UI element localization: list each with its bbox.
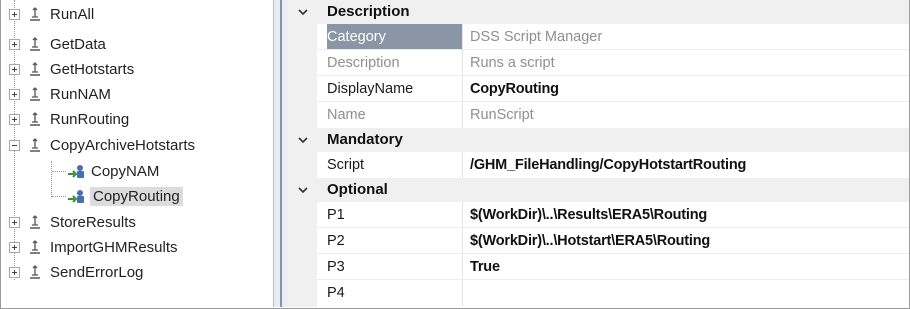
category-label: Mandatory xyxy=(327,131,403,148)
script-file-icon xyxy=(30,87,40,101)
tree-connector xyxy=(52,171,66,172)
property-row-category[interactable]: Category DSS Script Manager xyxy=(287,24,909,50)
script-file-icon xyxy=(30,37,40,51)
tree-item-label: ImportGHMResults xyxy=(50,238,178,256)
category-optional[interactable]: Optional xyxy=(287,178,909,202)
column-divider xyxy=(462,228,463,254)
column-divider xyxy=(462,254,463,280)
tree-child-label: CopyRouting xyxy=(90,186,183,206)
tree-item-label: RunRouting xyxy=(50,110,130,128)
tree-child-copyrouting[interactable]: CopyRouting xyxy=(65,184,183,208)
chevron-down-icon[interactable] xyxy=(296,182,310,198)
expand-icon[interactable] xyxy=(9,88,20,100)
tree-item-label: GetData xyxy=(50,35,106,53)
script-file-icon xyxy=(30,112,40,126)
property-row-displayname[interactable]: DisplayName CopyRouting xyxy=(287,76,909,102)
tree-connector xyxy=(52,196,66,197)
property-name: Script xyxy=(327,157,365,173)
property-name: Description xyxy=(327,55,400,71)
expand-icon[interactable] xyxy=(9,241,20,253)
column-divider xyxy=(462,280,463,306)
property-row-p4[interactable]: P4 xyxy=(287,280,909,306)
expand-icon[interactable] xyxy=(9,8,20,20)
tree-child-copynam[interactable]: CopyNAM xyxy=(65,159,159,183)
tree-item-getdata[interactable]: GetData xyxy=(9,32,106,56)
category-description[interactable]: Description xyxy=(287,0,909,24)
property-row-p2[interactable]: P2 $(WorkDir)\..\Hotstart\ERA5\Routing xyxy=(287,228,909,254)
tree-item-storeresults[interactable]: StoreResults xyxy=(9,210,136,234)
pane-splitter[interactable] xyxy=(273,0,287,307)
expand-icon[interactable] xyxy=(9,266,20,278)
script-action-icon xyxy=(68,165,84,178)
tree-item-senderrorlog[interactable]: SendErrorLog xyxy=(9,260,143,284)
chevron-down-icon[interactable] xyxy=(296,4,310,20)
column-divider xyxy=(462,50,463,76)
tree-item-label: RunNAM xyxy=(50,85,111,103)
property-name: P4 xyxy=(327,285,345,301)
property-name: P1 xyxy=(327,207,345,223)
property-name: DisplayName xyxy=(327,81,414,97)
property-row-p3[interactable]: P3 True xyxy=(287,254,909,280)
tree-item-label: CopyArchiveHotstarts xyxy=(50,136,196,154)
property-value[interactable]: /GHM_FileHandling/CopyHotstartRouting xyxy=(464,152,909,178)
expand-icon[interactable] xyxy=(9,38,20,50)
property-value: DSS Script Manager xyxy=(470,29,603,45)
tree-item-importghmresults[interactable]: ImportGHMResults xyxy=(9,235,178,259)
property-value: Runs a script xyxy=(470,55,555,71)
property-name: P3 xyxy=(327,259,345,275)
script-file-icon xyxy=(30,240,40,254)
property-row-name[interactable]: Name RunScript xyxy=(287,102,909,128)
property-value: RunScript xyxy=(470,107,534,123)
tree-child-label: CopyNAM xyxy=(91,162,160,180)
property-row-script[interactable]: Script /GHM_FileHandling/CopyHotstartRou… xyxy=(287,152,909,178)
expand-icon[interactable] xyxy=(9,113,20,125)
property-value[interactable]: $(WorkDir)\..\Hotstart\ERA5\Routing xyxy=(464,228,909,254)
script-file-icon xyxy=(30,7,40,21)
property-value[interactable]: $(WorkDir)\..\Results\ERA5\Routing xyxy=(464,202,909,228)
expand-icon[interactable] xyxy=(9,216,20,228)
script-file-icon xyxy=(30,215,40,229)
script-file-icon xyxy=(30,138,40,152)
tree-item-copyarchivehotstarts[interactable]: CopyArchiveHotstarts xyxy=(9,133,195,157)
tree-item-runrouting[interactable]: RunRouting xyxy=(9,107,129,131)
tree-item-runall[interactable]: RunAll xyxy=(9,2,94,26)
script-file-icon xyxy=(30,265,40,279)
column-divider xyxy=(462,24,463,50)
column-divider xyxy=(462,102,463,128)
tree-item-label: SendErrorLog xyxy=(50,263,144,281)
tree-item-label: StoreResults xyxy=(50,213,136,231)
category-label: Optional xyxy=(327,181,388,198)
property-value[interactable]: CopyRouting xyxy=(464,76,909,102)
collapse-icon[interactable] xyxy=(9,139,20,151)
column-divider xyxy=(462,152,463,178)
category-label: Description xyxy=(327,3,410,20)
property-value[interactable]: True xyxy=(464,254,909,280)
property-row-description[interactable]: Description Runs a script xyxy=(287,50,909,76)
property-name: P2 xyxy=(327,233,345,249)
expand-icon[interactable] xyxy=(9,63,20,75)
property-name: Category xyxy=(327,24,462,50)
tree-connector xyxy=(51,161,52,197)
property-name: Name xyxy=(327,107,366,123)
tree-item-label: GetHotstarts xyxy=(50,60,135,78)
script-tree[interactable]: RunAll GetData GetHotstarts RunNAM RunRo… xyxy=(1,0,273,307)
property-row-p1[interactable]: P1 $(WorkDir)\..\Results\ERA5\Routing xyxy=(287,202,909,228)
tree-item-label: RunAll xyxy=(50,5,95,23)
chevron-down-icon[interactable] xyxy=(296,132,310,148)
column-divider xyxy=(462,76,463,102)
property-value[interactable] xyxy=(464,280,909,306)
script-action-icon xyxy=(68,190,84,203)
script-file-icon xyxy=(30,62,40,76)
tree-item-runnam[interactable]: RunNAM xyxy=(9,82,111,106)
category-mandatory[interactable]: Mandatory xyxy=(287,128,909,152)
property-grid[interactable]: Description Category DSS Script Manager … xyxy=(287,0,909,307)
column-divider xyxy=(462,202,463,228)
tree-item-gethotstarts[interactable]: GetHotstarts xyxy=(9,57,134,81)
